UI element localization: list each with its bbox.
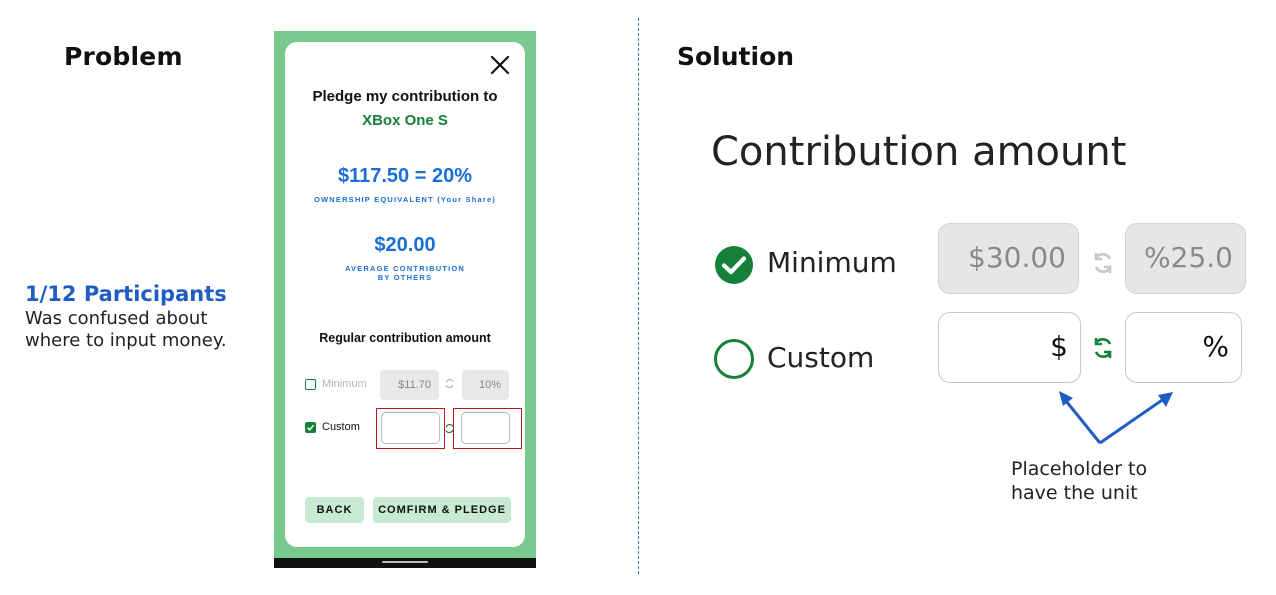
arrow-icon (1059, 391, 1173, 445)
custom-radio[interactable] (714, 339, 754, 379)
product-name: XBox One S (362, 112, 448, 129)
phone-screenshot: Pledge my contribution to XBox One S $11… (274, 31, 536, 568)
custom-label: Custom (767, 341, 875, 374)
average-caption-line: BY OTHERS (377, 273, 433, 282)
custom-amount-input[interactable] (381, 412, 440, 444)
finding-description: Was confused about where to input money. (25, 308, 255, 352)
share-amount: $117.50 = 20% (337, 165, 472, 187)
home-indicator[interactable] (382, 561, 428, 563)
back-button[interactable]: BACK (305, 497, 364, 523)
pledge-title: Pledge my contribution to (312, 88, 498, 105)
contribution-title: Contribution amount (711, 129, 1127, 175)
confirm-pledge-button[interactable]: COMFIRM & PLEDGE (373, 497, 511, 523)
minimum-amount-field: $11.70 (380, 370, 439, 400)
checkmark-icon[interactable] (714, 245, 754, 285)
average-amount: $20.00 (374, 234, 436, 256)
minimum-percent-field: 10% (462, 370, 509, 400)
phone-navigation-bar (274, 558, 536, 568)
average-caption: AVERAGE CONTRIBUTION BY OTHERS (285, 264, 525, 282)
sync-icon (445, 378, 454, 389)
custom-percent-input[interactable] (461, 412, 510, 444)
problem-heading: Problem (64, 42, 183, 71)
close-icon[interactable] (489, 54, 511, 76)
finding-line: where to input money. (25, 330, 227, 351)
custom-amount-input[interactable]: $ (938, 312, 1081, 383)
solution-heading: Solution (677, 42, 795, 71)
sync-icon[interactable] (1091, 334, 1115, 362)
minimum-checkbox[interactable] (305, 379, 316, 390)
finding-line: Was confused about (25, 308, 208, 329)
average-caption-line: AVERAGE CONTRIBUTION (344, 264, 466, 273)
annotation-line: have the unit (1011, 482, 1138, 504)
checkmark-icon (306, 424, 315, 431)
finding-title: 1/12 Participants (25, 282, 227, 306)
minimum-amount-field: $30.00 (938, 223, 1079, 294)
custom-label: Custom (322, 421, 360, 433)
minimum-label: Minimum (322, 378, 367, 390)
minimum-percent-field: %25.0 (1125, 223, 1246, 294)
sync-icon (1094, 253, 1112, 273)
minimum-label: Minimum (767, 246, 897, 279)
section-divider (638, 18, 639, 574)
custom-percent-input[interactable]: % (1125, 312, 1242, 383)
share-caption: OWNERSHIP EQUIVALENT (Your Share) (313, 195, 497, 204)
custom-checkbox[interactable] (305, 422, 316, 433)
regular-contribution-title: Regular contribution amount (319, 331, 491, 345)
annotation-note: Placeholder to have the unit (1011, 457, 1147, 505)
pledge-modal: Pledge my contribution to XBox One S $11… (285, 42, 525, 547)
annotation-line: Placeholder to (1011, 458, 1148, 480)
